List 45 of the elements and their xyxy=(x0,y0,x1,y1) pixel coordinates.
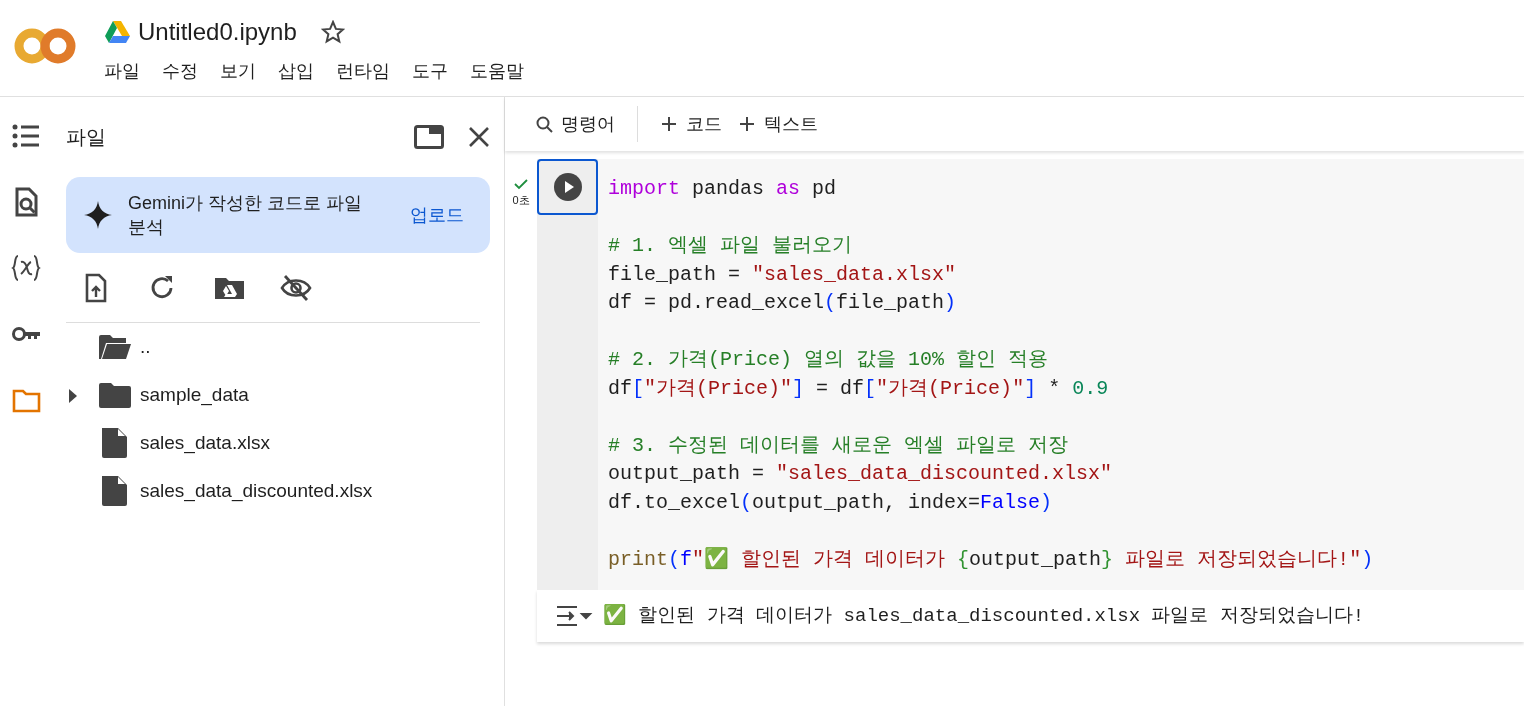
window-icon[interactable] xyxy=(414,125,444,149)
folder-icon xyxy=(98,381,132,409)
code-line: # 2. 가격(Price) 열의 값을 10% 할인 적용 xyxy=(608,347,1050,373)
close-icon[interactable] xyxy=(468,126,490,148)
add-cell-button[interactable]: 코드 xyxy=(652,106,730,142)
menu-item[interactable]: 삽입 xyxy=(278,58,314,85)
menu-item[interactable]: 도움말 xyxy=(470,58,524,85)
notebook-title[interactable]: Untitled0.ipynb xyxy=(138,14,297,50)
file-name[interactable]: sample_data xyxy=(140,380,249,410)
sparkle-icon xyxy=(84,201,112,229)
code-line: # 3. 수정된 데이터를 새로운 엑셀 파일로 저장 xyxy=(608,432,1070,459)
drive-icon xyxy=(104,21,130,43)
output-toggle-icon[interactable] xyxy=(555,604,593,628)
plus-icon xyxy=(660,115,678,133)
menu-item[interactable]: 파일 xyxy=(104,58,140,85)
add-cell-button[interactable]: 텍스트 xyxy=(730,106,826,142)
code-line: df["가격(Price)"] = df["가격(Price)"] * 0.9 xyxy=(608,375,1110,402)
code-line: output_path = "sales_data_discounted.xlsx" xyxy=(608,461,1114,487)
menu-item[interactable]: 도구 xyxy=(412,58,448,85)
search-icon xyxy=(535,115,553,133)
banner-text: Gemini가 작성한 코드로 파일 분석 xyxy=(128,192,364,239)
code-line: df = pd.read_excel(file_path) xyxy=(608,290,958,316)
panel-title: 파일 xyxy=(66,125,107,150)
code-line: file_path = "sales_data.xlsx" xyxy=(608,261,958,288)
command-search-button[interactable]: 명령어 xyxy=(527,106,623,142)
file-name[interactable]: sales_data_discounted.xlsx xyxy=(140,476,373,506)
code-line: # 1. 엑셀 파일 불러오기 xyxy=(608,233,853,259)
logo-icon[interactable] xyxy=(14,26,76,66)
menu-item[interactable]: 수정 xyxy=(162,58,198,85)
plus-icon xyxy=(738,115,756,133)
file-name[interactable]: sales_data.xlsx xyxy=(140,428,270,458)
execution-time: 0초 xyxy=(511,192,531,208)
upload-link[interactable]: 업로드 xyxy=(410,201,464,229)
file-name[interactable]: .. xyxy=(140,332,151,362)
menu-item[interactable]: 런타임 xyxy=(336,58,390,85)
code-line: df.to_excel(output_path, index=False) xyxy=(608,489,1054,516)
run-button[interactable] xyxy=(537,159,598,215)
menu-item[interactable]: 보기 xyxy=(220,58,256,85)
star-icon[interactable] xyxy=(320,20,345,44)
cell-output: ✅ 할인된 가격 데이터가 sales_data_discounted.xlsx 파일로 저장되었습니다! xyxy=(603,603,1365,629)
play-icon xyxy=(553,173,582,201)
variables-icon[interactable] xyxy=(11,253,41,283)
code-line: print(f"✅ 할인된 가격 데이터가 {output_path} 파일로 저장되었습니다!") xyxy=(608,546,1375,573)
open-folder-icon xyxy=(98,333,132,361)
code-line: import pandas as pd xyxy=(608,176,838,202)
